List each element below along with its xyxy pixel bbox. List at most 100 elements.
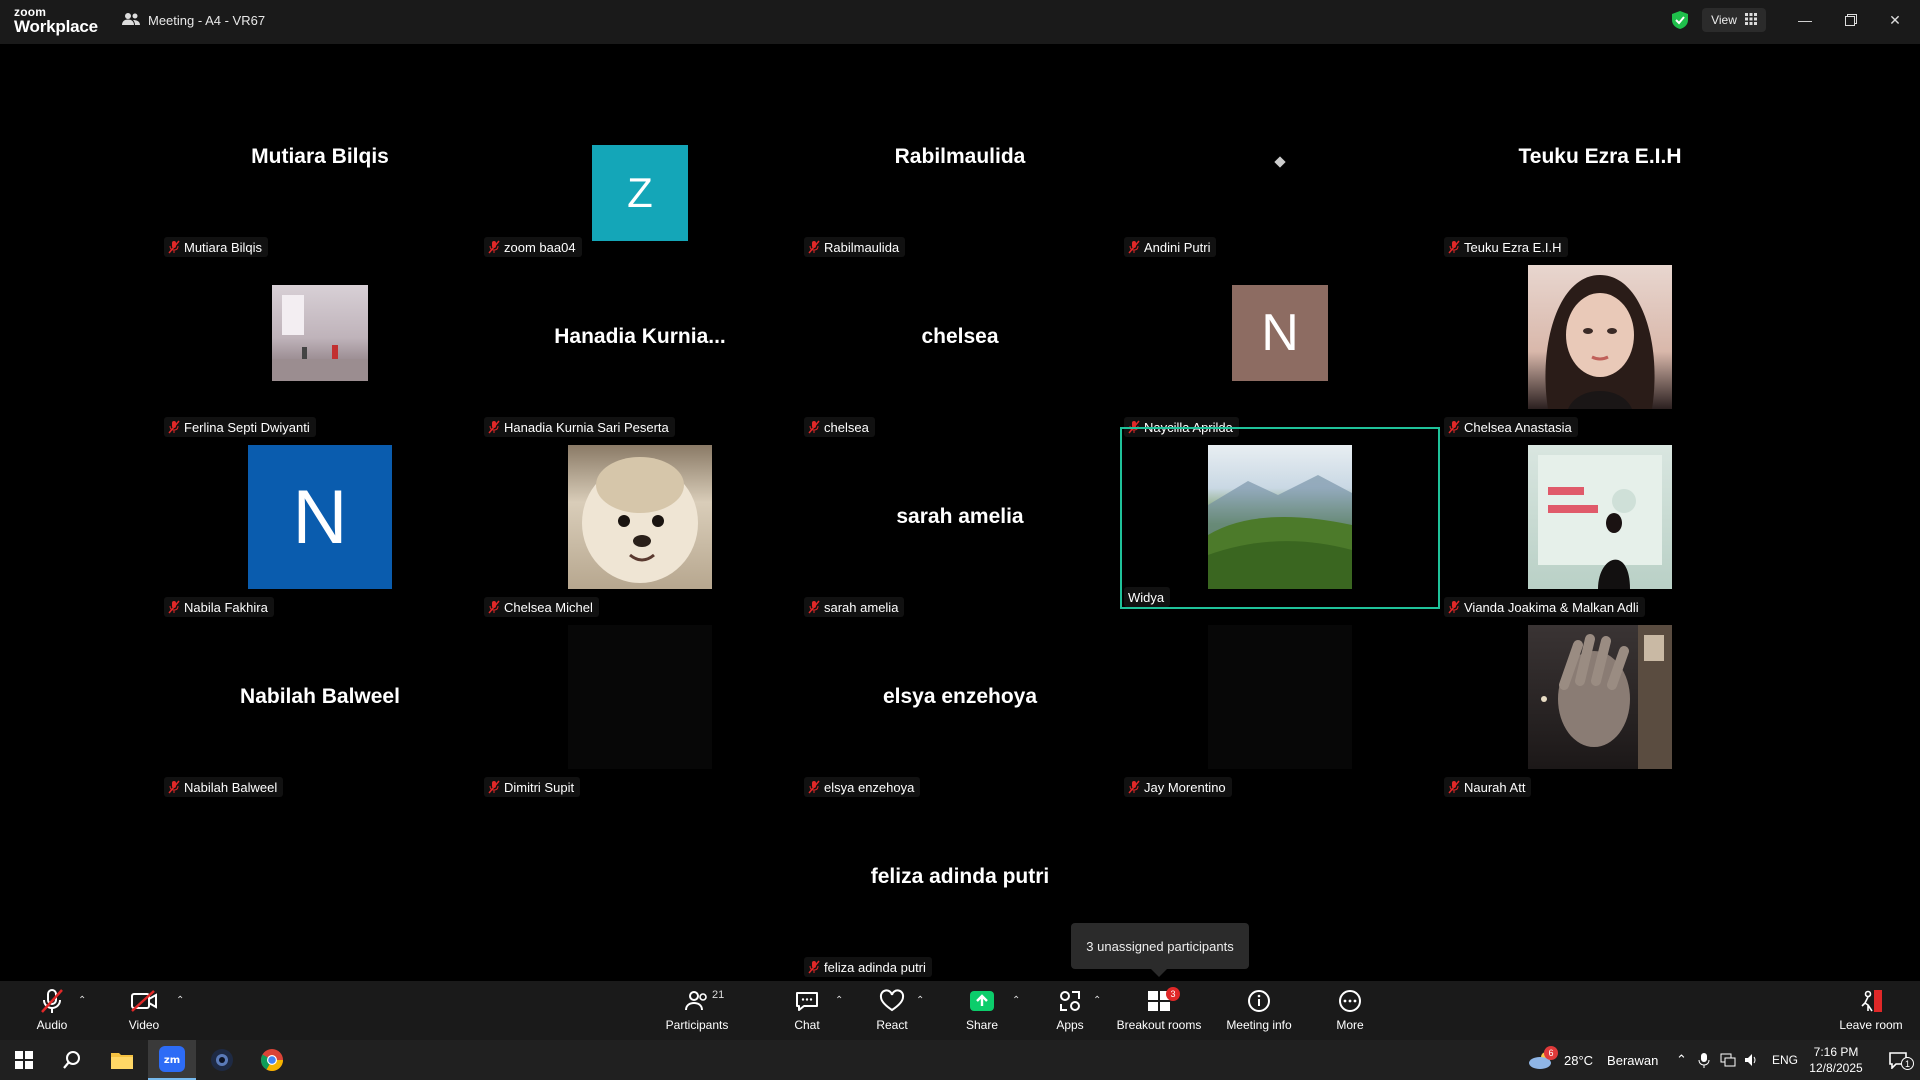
- participant-label: sarah amelia: [804, 597, 905, 617]
- participant-tile[interactable]: elsya enzehoya elsya enzehoya: [800, 619, 1120, 799]
- participant-label-text: Rabilmaulida: [824, 239, 900, 255]
- participant-tile[interactable]: Andini Putri: [1120, 79, 1440, 259]
- weather-alert-badge: 6: [1544, 1046, 1558, 1060]
- participants-count: 21: [712, 989, 725, 1001]
- participant-tile[interactable]: Dimitri Supit: [480, 619, 800, 799]
- more-label: More: [1336, 1018, 1364, 1032]
- more-icon: [1337, 987, 1363, 1015]
- leave-room-button[interactable]: Leave room: [1836, 987, 1906, 1035]
- participant-label-text: Nabila Fakhira: [184, 599, 268, 615]
- portrait-photo: [1528, 265, 1672, 409]
- network-icon[interactable]: [1720, 1040, 1736, 1080]
- participant-tile[interactable]: Naurah Att: [1440, 619, 1760, 799]
- participant-tile[interactable]: sarah amelia sarah amelia: [800, 439, 1120, 619]
- volume-icon[interactable]: [1744, 1040, 1760, 1080]
- chat-button[interactable]: Chat: [790, 987, 824, 1035]
- apps-options-caret-icon[interactable]: ⌃: [1093, 995, 1101, 1006]
- participant-tile[interactable]: Jay Morentino: [1120, 619, 1440, 799]
- more-button[interactable]: More: [1332, 987, 1368, 1035]
- meeting-info-button[interactable]: Meeting info: [1222, 987, 1296, 1035]
- participant-tile[interactable]: Rabilmaulida Rabilmaulida: [800, 79, 1120, 259]
- participant-name-display: Rabilmaulida: [894, 144, 1026, 168]
- muted-mic-icon: [488, 600, 500, 614]
- participant-name-display: Hanadia Kurnia...: [554, 324, 726, 348]
- chat-options-caret-icon[interactable]: ⌃: [835, 995, 843, 1006]
- file-explorer-icon[interactable]: [98, 1040, 146, 1080]
- react-label: React: [876, 1018, 908, 1032]
- participant-name-display: Mutiara Bilqis: [251, 144, 389, 168]
- muted-mic-icon: [168, 240, 180, 254]
- chat-icon: [794, 987, 820, 1015]
- muted-mic-icon: [1448, 600, 1460, 614]
- video-button[interactable]: Video: [124, 987, 164, 1035]
- participant-name-display: Nabilah Balweel: [240, 684, 400, 708]
- participant-label-text: Teuku Ezra E.I.H: [1464, 239, 1562, 255]
- participant-label: Ferlina Septi Dwiyanti: [164, 417, 316, 437]
- participant-label-text: chelsea: [824, 419, 869, 435]
- react-button[interactable]: React: [872, 987, 912, 1035]
- language-indicator[interactable]: ENG: [1772, 1040, 1798, 1080]
- participant-label: Dimitri Supit: [484, 777, 581, 797]
- audio-options-caret-icon[interactable]: ⌃: [78, 995, 86, 1006]
- tray-overflow-chevron-icon[interactable]: ⌃: [1676, 1040, 1687, 1080]
- participant-label: Nabila Fakhira: [164, 597, 274, 617]
- participant-tile[interactable]: Nabilah Balweel Nabilah Balweel: [160, 619, 480, 799]
- encryption-shield-icon[interactable]: [1666, 8, 1694, 32]
- audio-button[interactable]: Audio: [32, 987, 72, 1035]
- participant-label: Teuku Ezra E.I.H: [1444, 237, 1568, 257]
- chrome-icon[interactable]: [248, 1040, 296, 1080]
- view-button[interactable]: View: [1702, 8, 1766, 32]
- participant-tile[interactable]: Chelsea Michel: [480, 439, 800, 619]
- cloud-sun-icon: 6: [1528, 1046, 1558, 1070]
- participant-label-text: Naurah Att: [1464, 779, 1526, 795]
- close-icon[interactable]: ✕: [1880, 8, 1910, 32]
- apps-button[interactable]: Apps: [1052, 987, 1088, 1035]
- apps-label: Apps: [1056, 1018, 1084, 1032]
- weather-widget[interactable]: 6 28°C Berawan: [1528, 1040, 1658, 1080]
- heart-icon: [879, 987, 905, 1015]
- react-options-caret-icon[interactable]: ⌃: [916, 995, 924, 1006]
- participant-tile[interactable]: Vianda Joakima & Malkan Adli: [1440, 439, 1760, 619]
- weather-temp: 28°C: [1564, 1052, 1594, 1068]
- clock[interactable]: 7:16 PM 12/8/2025: [1800, 1044, 1872, 1076]
- participant-name-display: chelsea: [921, 324, 999, 348]
- muted-mic-icon: [808, 420, 820, 434]
- muted-mic-icon: [808, 600, 820, 614]
- tray-mic-icon[interactable]: [1698, 1040, 1710, 1080]
- restore-icon[interactable]: [1836, 8, 1866, 32]
- participant-tile[interactable]: Chelsea Anastasia: [1440, 259, 1760, 439]
- search-icon[interactable]: [48, 1040, 96, 1080]
- participant-tile-active-speaker[interactable]: Widya: [1120, 427, 1440, 609]
- minimize-icon[interactable]: —: [1790, 8, 1820, 32]
- grid-icon: [1744, 12, 1757, 28]
- logo-bottom-text: Workplace: [14, 17, 98, 36]
- presentation-photo: [1528, 445, 1672, 589]
- participant-tile[interactable]: Mutiara Bilqis Mutiara Bilqis: [160, 79, 480, 259]
- chat-label: Chat: [794, 1018, 820, 1032]
- leave-room-icon: [1858, 987, 1884, 1015]
- breakout-rooms-button[interactable]: 3 Breakout rooms: [1116, 987, 1202, 1035]
- participant-label-text: Widya: [1128, 589, 1165, 605]
- muted-mic-icon: [168, 780, 180, 794]
- participant-tile[interactable]: Z zoom baa04: [480, 79, 800, 259]
- participant-label-text: Chelsea Anastasia: [1464, 419, 1572, 435]
- participant-tile[interactable]: Ferlina Septi Dwiyanti: [160, 259, 480, 439]
- participant-tile[interactable]: Teuku Ezra E.I.H Teuku Ezra E.I.H: [1440, 79, 1760, 259]
- participant-label-text: Dimitri Supit: [504, 779, 575, 795]
- share-button[interactable]: Share: [962, 987, 1002, 1035]
- participant-tile[interactable]: N Nabila Fakhira: [160, 439, 480, 619]
- video-options-caret-icon[interactable]: ⌃: [176, 995, 184, 1006]
- participant-tile[interactable]: Hanadia Kurnia... Hanadia Kurnia Sari Pe…: [480, 259, 800, 439]
- zoom-taskbar-icon[interactable]: zm: [148, 1040, 196, 1080]
- camera-app-icon[interactable]: [198, 1040, 246, 1080]
- meeting-toolbar: Audio ⌃ Video ⌃ 21 Participants Chat ⌃ R…: [0, 981, 1920, 1040]
- notification-icon[interactable]: 1: [1880, 1040, 1916, 1080]
- participant-label-text: Jay Morentino: [1144, 779, 1226, 795]
- share-options-caret-icon[interactable]: ⌃: [1012, 995, 1020, 1006]
- participants-button[interactable]: 21 Participants: [660, 987, 734, 1035]
- muted-mic-icon: [168, 420, 180, 434]
- windows-start-icon[interactable]: [0, 1040, 48, 1080]
- participant-label-text: Hanadia Kurnia Sari Peserta: [504, 419, 669, 435]
- participant-tile[interactable]: N Naycilla Aprilda: [1120, 259, 1440, 439]
- participant-tile[interactable]: chelsea chelsea: [800, 259, 1120, 439]
